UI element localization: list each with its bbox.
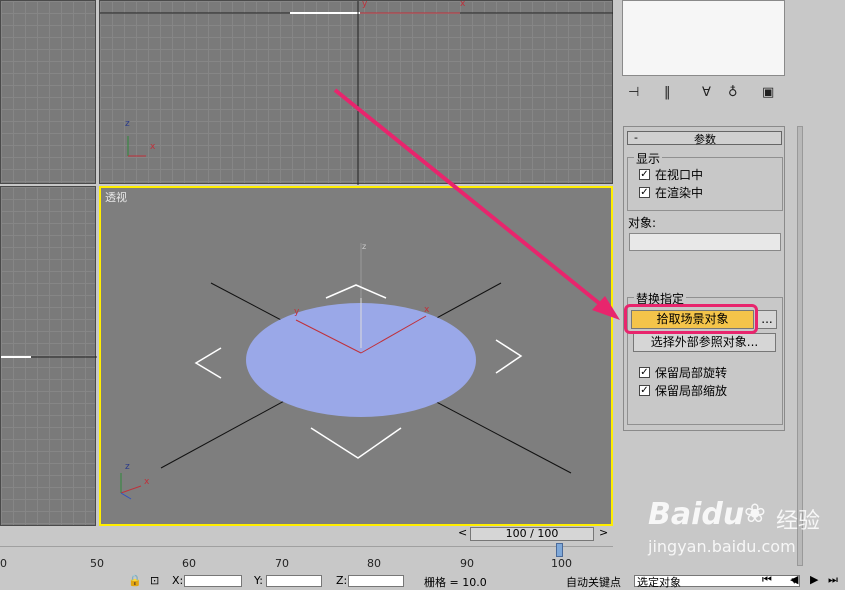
show-end-result-icon[interactable]: ‖ — [664, 85, 671, 100]
front-axis-x-label: x — [460, 0, 466, 9]
front-axis-x2-label: x — [150, 142, 156, 152]
lock-selection-icon[interactable]: 🔒 — [128, 574, 142, 587]
tick-label: 70 — [275, 557, 289, 570]
y-coordinate-field[interactable] — [266, 575, 322, 587]
in-viewport-label: 在视口中 — [655, 168, 704, 182]
persp-axis-x-label: x — [424, 305, 430, 315]
next-frame-icon[interactable]: ⏭ — [828, 573, 838, 587]
perspective-scene — [120, 243, 572, 500]
paw-icon: ❀ — [744, 499, 766, 529]
status-bar: 🔒 ⊡ X: Y: Z: 栅格 = 10.0 自动关键点 选定对象 ▾ ⏮ ◀ … — [0, 573, 845, 590]
time-slider-prev[interactable]: < — [458, 526, 467, 539]
watermark-brand-cn: 经验 — [776, 509, 821, 534]
display-group-title: 显示 — [634, 150, 663, 167]
x-label: X: — [172, 574, 184, 587]
keep-local-scale-label: 保留局部缩放 — [655, 384, 728, 398]
rollout-header[interactable]: - 参数 — [627, 131, 782, 146]
front-view-graphics — [100, 1, 614, 185]
viewport-top-left[interactable] — [0, 0, 96, 184]
keep-local-rotation-checkbox[interactable]: ✓ — [639, 367, 650, 378]
remove-modifier-icon[interactable]: ♁ — [728, 85, 738, 100]
modifier-stack-toolbar: ⊣ ‖ ∀ ♁ ▣ — [622, 82, 785, 104]
persp-axis-y-label: y — [294, 307, 300, 317]
watermark-url: jingyan.baidu.com — [648, 537, 796, 556]
watermark-brand: Baidu — [648, 497, 745, 532]
frame-display: 100 / 100 — [505, 527, 559, 540]
play-icon[interactable]: ▶ — [810, 573, 818, 586]
rollout-title: 参数 — [694, 133, 716, 146]
in-viewport-checkbox[interactable]: ✓ — [639, 169, 650, 180]
pin-stack-icon[interactable]: ⊣ — [628, 85, 639, 100]
configure-sets-icon[interactable]: ▣ — [762, 85, 774, 100]
persp-axis-z-label: z — [362, 242, 367, 251]
tick-label: 80 — [367, 557, 381, 570]
tick-label: 100 — [551, 557, 572, 570]
prev-frame-icon[interactable]: ◀ — [790, 573, 798, 586]
grid-readout: 栅格 = 10.0 — [424, 576, 487, 589]
current-frame-marker[interactable] — [556, 543, 563, 557]
track-bar[interactable]: 0 50 60 70 80 90 100 — [0, 543, 613, 573]
object-field[interactable] — [629, 233, 781, 251]
viewport-left[interactable] — [0, 186, 97, 526]
selection-set-value: 选定对象 — [637, 576, 681, 589]
tick-label: 0 — [0, 557, 7, 570]
select-xref-object-button[interactable]: 选择外部参照对象... — [633, 333, 776, 352]
keep-local-rotation-label: 保留局部旋转 — [655, 366, 728, 380]
pick-options-button[interactable]: ... — [757, 310, 777, 329]
rollout-collapse-toggle[interactable]: - — [634, 131, 638, 144]
time-slider[interactable]: < 100 / 100 > — [454, 526, 613, 542]
z-label: Z: — [336, 574, 348, 587]
keep-local-scale-checkbox[interactable]: ✓ — [639, 385, 650, 396]
left-view-graphics — [1, 356, 97, 358]
baidu-jingyan-watermark: Baidu ❀ 经验 jingyan.baidu.com — [648, 497, 843, 567]
selection-set-dropdown[interactable]: 选定对象 ▾ — [634, 574, 800, 589]
display-group: 显示 — [627, 150, 783, 211]
highlight-annotation — [624, 304, 758, 334]
y-label: Y: — [254, 574, 263, 587]
modifier-stack-list[interactable] — [622, 0, 785, 76]
time-slider-next[interactable]: > — [599, 526, 608, 539]
go-to-start-icon[interactable]: ⏮ — [762, 573, 772, 587]
parameters-rollout: - 参数 显示 ✓ 在视口中 ✓ 在渲染中 对象: 替换指定 拾取场景对象 ..… — [623, 126, 785, 431]
tick-label: 50 — [90, 557, 104, 570]
z-coordinate-field[interactable] — [348, 575, 404, 587]
persp-gizmo-z-label: z — [125, 462, 130, 472]
object-label: 对象: — [628, 216, 657, 230]
x-coordinate-field[interactable] — [184, 575, 242, 587]
time-slider-thumb[interactable]: 100 / 100 — [470, 527, 594, 541]
persp-gizmo-x-label: x — [144, 477, 150, 487]
tick-label: 90 — [460, 557, 474, 570]
tick-label: 60 — [182, 557, 196, 570]
make-unique-icon[interactable]: ∀ — [702, 85, 711, 100]
viewport-front[interactable]: y x z x — [99, 0, 614, 185]
in-render-checkbox[interactable]: ✓ — [639, 187, 650, 198]
absolute-mode-icon[interactable]: ⊡ — [150, 574, 159, 587]
front-axis-z-label: z — [125, 119, 130, 129]
auto-key-button[interactable]: 自动关键点 — [566, 574, 621, 590]
viewport-perspective[interactable]: 透视 z y x z x — [99, 186, 613, 526]
front-axis-y-label: y — [362, 0, 368, 9]
in-render-label: 在渲染中 — [655, 186, 704, 200]
